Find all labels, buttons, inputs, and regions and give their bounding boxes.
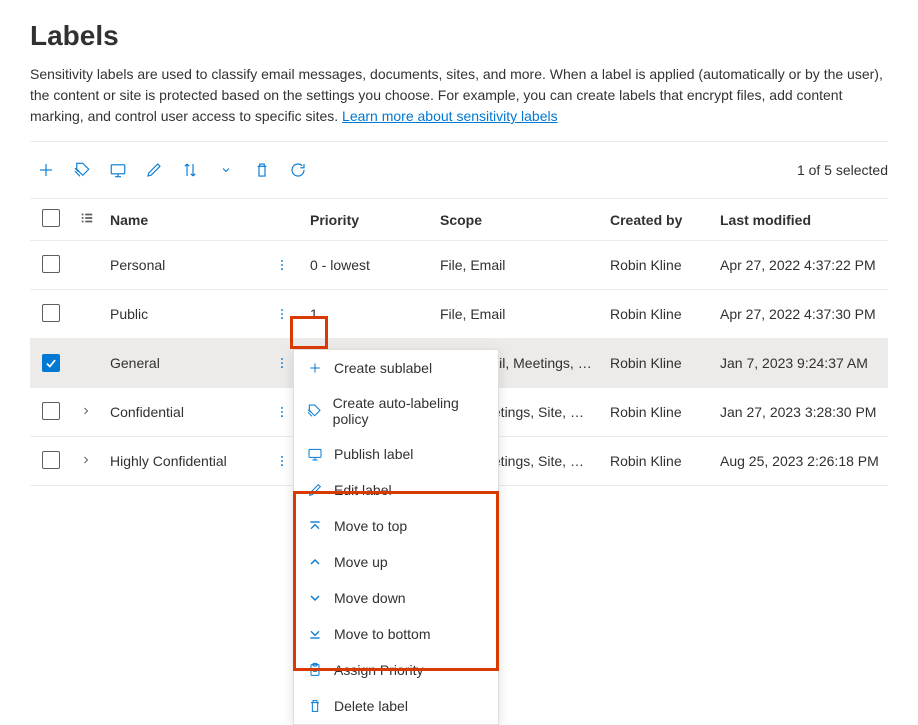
menu-create-sublabel[interactable]: Create sublabel — [294, 350, 498, 386]
trash-icon — [306, 697, 324, 715]
add-button[interactable] — [30, 154, 62, 186]
page-title: Labels — [30, 20, 888, 52]
row-last-modified: Aug 25, 2023 2:26:18 PM — [712, 437, 888, 486]
menu-move-bottom[interactable]: Move to bottom — [294, 616, 498, 652]
row-created-by: Robin Kline — [602, 437, 712, 486]
move-top-icon — [306, 517, 324, 535]
row-scope: File, Email — [432, 290, 602, 339]
learn-more-link[interactable]: Learn more about sensitivity labels — [342, 108, 558, 124]
menu-label: Move up — [334, 554, 388, 570]
pencil-icon — [306, 481, 324, 499]
expand-chevron-icon[interactable] — [80, 405, 92, 417]
row-last-modified: Jan 27, 2023 3:28:30 PM — [712, 388, 888, 437]
menu-label: Publish label — [334, 446, 413, 462]
row-created-by: Robin Kline — [602, 241, 712, 290]
menu-edit[interactable]: Edit label — [294, 472, 498, 508]
row-name[interactable]: General — [102, 339, 262, 388]
column-last-modified[interactable]: Last modified — [712, 199, 888, 241]
column-created-by[interactable]: Created by — [602, 199, 712, 241]
menu-label: Move to top — [334, 518, 407, 534]
row-name[interactable]: Personal — [102, 241, 262, 290]
auto-label-icon[interactable] — [66, 154, 98, 186]
row-last-modified: Jan 7, 2023 9:24:37 AM — [712, 339, 888, 388]
monitor-icon — [306, 445, 324, 463]
refresh-icon[interactable] — [282, 154, 314, 186]
auto-label-icon — [306, 402, 323, 420]
row-priority: 0 - lowest — [302, 241, 432, 290]
row-checkbox[interactable] — [42, 354, 60, 372]
row-name[interactable]: Public — [102, 290, 262, 339]
chevron-down-icon — [306, 589, 324, 607]
row-checkbox[interactable] — [42, 304, 60, 322]
table-row[interactable]: Personal 0 - lowestFile, EmailRobin Kline… — [30, 241, 888, 290]
row-name[interactable]: Highly Confidential — [102, 437, 262, 486]
menu-move-up[interactable]: Move up — [294, 544, 498, 580]
list-view-icon[interactable] — [80, 211, 94, 225]
column-name[interactable]: Name — [102, 199, 262, 241]
edit-icon[interactable] — [138, 154, 170, 186]
chevron-down-icon[interactable] — [210, 154, 242, 186]
select-all-checkbox[interactable] — [42, 209, 60, 227]
row-more-button[interactable] — [270, 302, 294, 326]
row-created-by: Robin Kline — [602, 388, 712, 437]
expand-chevron-icon[interactable] — [80, 454, 92, 466]
row-checkbox[interactable] — [42, 255, 60, 273]
menu-delete[interactable]: Delete label — [294, 688, 498, 724]
divider — [30, 141, 888, 142]
row-last-modified: Apr 27, 2022 4:37:22 PM — [712, 241, 888, 290]
clipboard-icon — [306, 661, 324, 679]
menu-create-autolabel[interactable]: Create auto-labeling policy — [294, 386, 498, 436]
menu-label: Create auto-labeling policy — [333, 395, 486, 427]
menu-label: Create sublabel — [334, 360, 432, 376]
menu-label: Move down — [334, 590, 406, 606]
context-menu: Create sublabel Create auto-labeling pol… — [293, 349, 499, 725]
plus-icon — [306, 359, 324, 377]
row-last-modified: Apr 27, 2022 4:37:30 PM — [712, 290, 888, 339]
row-priority: 1 — [302, 290, 432, 339]
menu-label: Edit label — [334, 482, 392, 498]
menu-move-down[interactable]: Move down — [294, 580, 498, 616]
column-priority[interactable]: Priority — [302, 199, 432, 241]
toolbar: 1 of 5 selected — [30, 146, 888, 194]
row-checkbox[interactable] — [42, 402, 60, 420]
row-scope: File, Email — [432, 241, 602, 290]
menu-publish[interactable]: Publish label — [294, 436, 498, 472]
column-scope[interactable]: Scope — [432, 199, 602, 241]
chevron-up-icon — [306, 553, 324, 571]
row-more-button[interactable] — [270, 351, 294, 375]
menu-label: Move to bottom — [334, 626, 431, 642]
menu-label: Assign Priority — [334, 662, 423, 678]
table-row[interactable]: Public 1File, EmailRobin KlineApr 27, 202… — [30, 290, 888, 339]
menu-label: Delete label — [334, 698, 408, 714]
row-more-button[interactable] — [270, 400, 294, 424]
move-bottom-icon — [306, 625, 324, 643]
row-checkbox[interactable] — [42, 451, 60, 469]
row-created-by: Robin Kline — [602, 339, 712, 388]
row-name[interactable]: Confidential — [102, 388, 262, 437]
delete-icon[interactable] — [246, 154, 278, 186]
menu-assign-priority[interactable]: Assign Priority — [294, 652, 498, 688]
publish-icon[interactable] — [102, 154, 134, 186]
page-description: Sensitivity labels are used to classify … — [30, 64, 888, 127]
row-created-by: Robin Kline — [602, 290, 712, 339]
row-more-button[interactable] — [270, 253, 294, 277]
selection-status: 1 of 5 selected — [797, 162, 888, 178]
menu-move-top[interactable]: Move to top — [294, 508, 498, 544]
reorder-icon[interactable] — [174, 154, 206, 186]
row-more-button[interactable] — [270, 449, 294, 473]
